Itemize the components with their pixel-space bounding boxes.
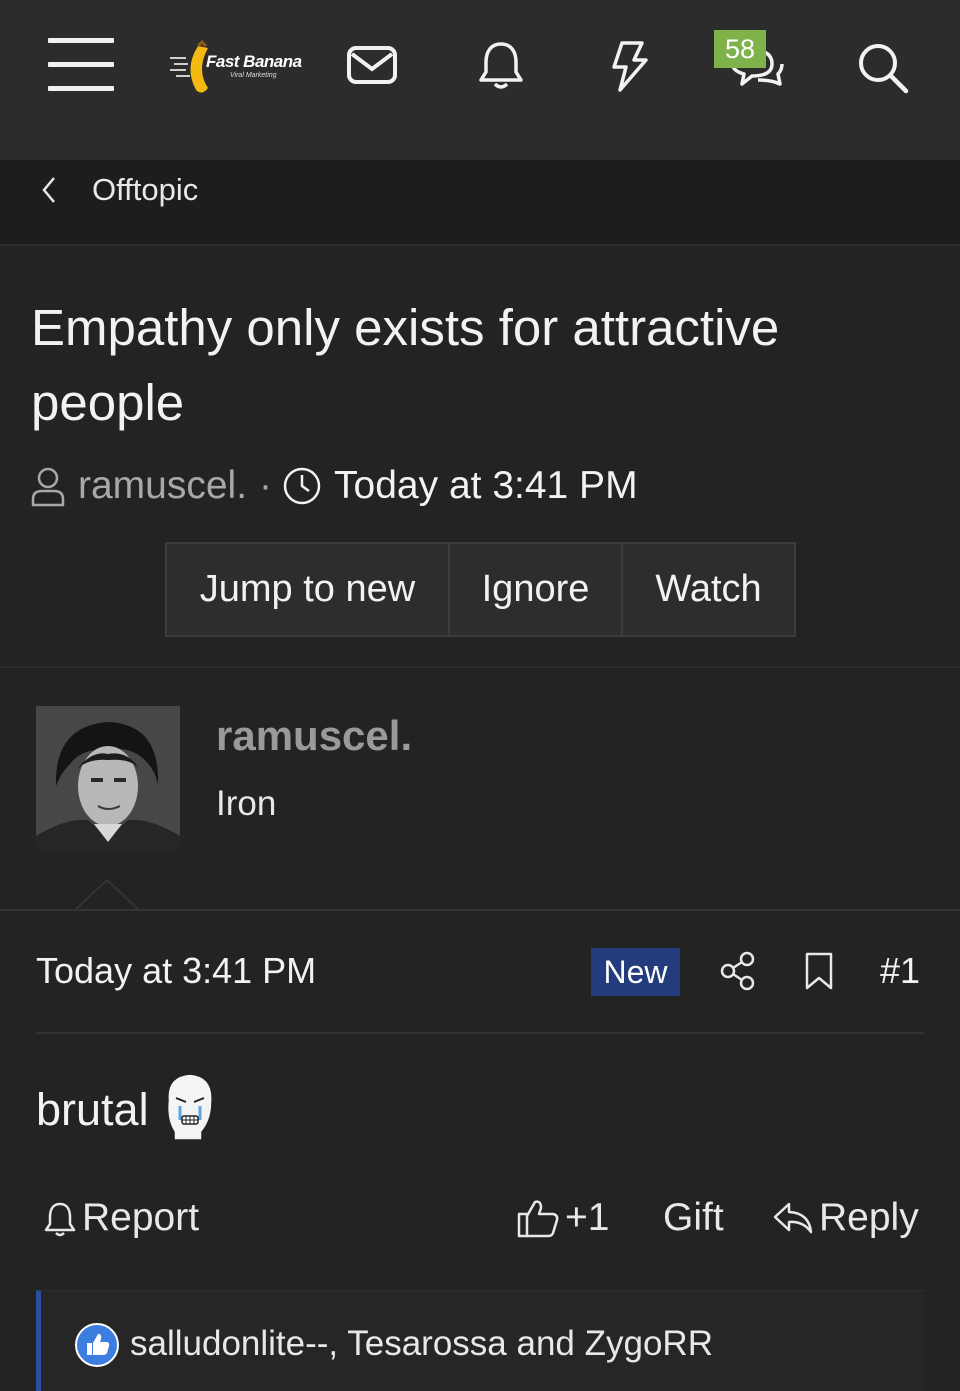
report-label: Report xyxy=(82,1196,200,1239)
author-rank: Iron xyxy=(216,784,277,823)
ignore-button[interactable]: Ignore xyxy=(450,542,623,637)
mail-icon[interactable] xyxy=(346,44,398,88)
reply-label: Reply xyxy=(819,1196,919,1239)
divider xyxy=(0,666,960,668)
crying-wojak-emoji-icon xyxy=(158,1070,218,1141)
meta-separator: · xyxy=(259,464,273,507)
like-reaction-icon xyxy=(74,1322,120,1368)
like-button[interactable]: +1 xyxy=(515,1192,609,1244)
bell-icon xyxy=(44,1202,76,1237)
bell-icon[interactable] xyxy=(476,40,526,92)
post-time-link[interactable]: Today at 3:41 PM xyxy=(36,950,316,992)
logo-text: Fast Banana xyxy=(206,52,302,71)
divider xyxy=(36,1032,924,1034)
divider xyxy=(0,909,960,911)
user-icon xyxy=(31,467,65,507)
lightning-icon[interactable] xyxy=(606,40,652,92)
gift-button[interactable]: Gift xyxy=(663,1192,724,1244)
new-badge: New xyxy=(591,948,680,996)
breadcrumb-link[interactable]: Offtopic xyxy=(92,172,198,208)
share-icon[interactable] xyxy=(718,950,758,992)
page-title: Empathy only exists for attractive peopl… xyxy=(31,299,780,431)
watch-button[interactable]: Watch xyxy=(623,542,796,637)
thread-actions: Jump to new Ignore Watch xyxy=(165,542,796,637)
chevron-left-icon[interactable] xyxy=(36,172,62,208)
like-label: +1 xyxy=(565,1196,610,1239)
post-body: brutal xyxy=(36,1084,149,1135)
site-logo[interactable]: Fast Banana Viral Marketing xyxy=(168,38,318,96)
reply-button[interactable]: Reply xyxy=(771,1192,919,1244)
notification-badge: 58 xyxy=(714,30,766,68)
thread-author-link[interactable]: ramuscel. xyxy=(78,464,247,508)
author-name[interactable]: ramuscel. xyxy=(216,712,412,760)
gift-label: Gift xyxy=(663,1196,724,1239)
clock-icon xyxy=(283,467,321,505)
thread-time-link[interactable]: Today at 3:41 PM xyxy=(334,464,638,508)
reply-icon xyxy=(773,1202,813,1234)
post-arrow xyxy=(74,880,140,912)
menu-icon[interactable] xyxy=(48,38,114,92)
jump-to-new-button[interactable]: Jump to new xyxy=(165,542,450,637)
report-button[interactable]: Report xyxy=(42,1192,199,1244)
post-number-link[interactable]: #1 xyxy=(880,950,920,992)
search-icon[interactable] xyxy=(854,40,910,94)
bookmark-icon[interactable] xyxy=(803,950,835,992)
logo-tagline: Viral Marketing xyxy=(230,72,277,79)
thumbs-up-icon xyxy=(517,1200,559,1238)
top-bar: Fast Banana Viral Marketing 58 xyxy=(0,0,960,160)
thread-meta: ramuscel. · Today at 3:41 PM xyxy=(28,458,638,514)
reactions-list[interactable]: salludonlite--, Tesarossa and ZygoRR xyxy=(130,1324,713,1364)
avatar[interactable] xyxy=(36,706,180,850)
